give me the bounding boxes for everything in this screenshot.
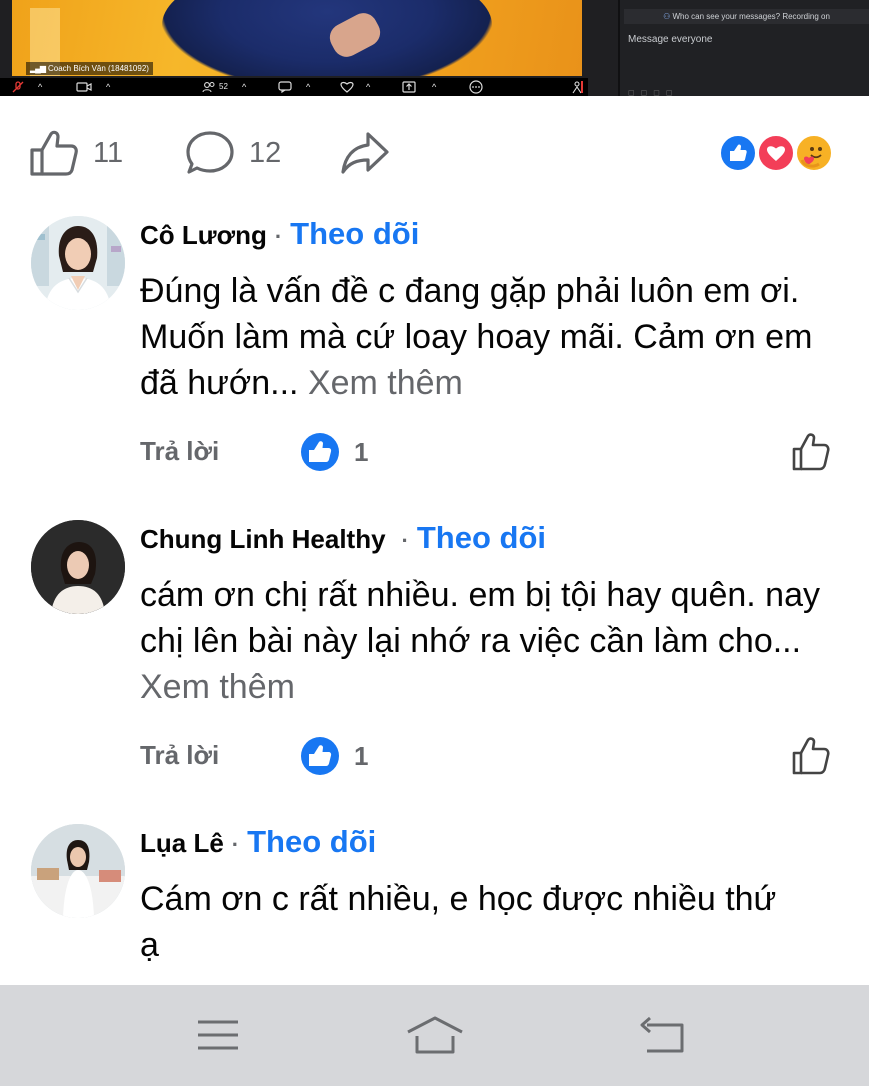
separator-dot: ·: [401, 528, 409, 553]
love-reaction-icon: [756, 133, 796, 173]
speaker-figure: [162, 0, 492, 76]
speaker-name-tag: ▂▄▆ Coach Bích Vân (18481092): [26, 62, 153, 75]
participants-chevron-icon[interactable]: ^: [242, 80, 246, 94]
home-icon[interactable]: [405, 1015, 465, 1060]
thumbs-up-icon: [792, 737, 830, 775]
commenter-name[interactable]: Cô Lương: [140, 220, 267, 251]
meeting-chat-panel: ⚇ Who can see your messages? Recording o…: [618, 0, 869, 96]
see-more-link[interactable]: Xem thêm: [140, 668, 295, 706]
recent-apps-icon[interactable]: [196, 1017, 240, 1058]
comment-likes[interactable]: 1: [300, 432, 368, 472]
post-action-bar: 11 12: [0, 100, 869, 204]
participants-icon: [202, 82, 215, 93]
avatar[interactable]: [31, 216, 125, 310]
reply-button[interactable]: Trả lời: [140, 436, 219, 467]
comment-likes[interactable]: 1: [300, 736, 368, 776]
like-reaction-icon: [718, 133, 758, 173]
mic-options-chevron-icon[interactable]: ^: [38, 80, 42, 94]
participants-button[interactable]: 52: [202, 80, 228, 94]
thumbs-up-icon: [792, 433, 830, 471]
comment-button[interactable]: 12: [185, 130, 281, 176]
camera-icon[interactable]: [76, 80, 92, 94]
comment-body: Đúng là vấn đề c đang gặp phải luôn em ơ…: [140, 272, 813, 402]
camera-options-chevron-icon[interactable]: ^: [106, 80, 110, 94]
share-chevron-icon[interactable]: ^: [432, 80, 436, 94]
comment-header: Lụa Lê · Theo dõi: [140, 824, 376, 864]
like-button[interactable]: 11: [29, 130, 123, 176]
share-button[interactable]: [340, 130, 390, 176]
share-screen-icon[interactable]: [402, 80, 416, 94]
comment-text: cám ơn chị rất nhiều. em bị tội hay quên…: [140, 572, 840, 710]
comment-like-button[interactable]: [791, 736, 831, 781]
participants-count: 52: [219, 82, 228, 91]
reactions-heart-icon[interactable]: [340, 80, 354, 94]
chat-visibility-notice[interactable]: ⚇ Who can see your messages? Recording o…: [624, 9, 869, 24]
speaker-video[interactable]: ▂▄▆ Coach Bích Vân (18481092): [12, 0, 582, 76]
comment-bubble-icon: [186, 131, 234, 174]
reactions-chevron-icon[interactable]: ^: [366, 80, 370, 94]
comment-like-count: 1: [354, 436, 369, 467]
follow-button[interactable]: Theo dõi: [247, 824, 376, 860]
comment-body: cám ơn chị rất nhiều. em bị tội hay quên…: [140, 576, 820, 660]
speaker-name: Coach Bích Vân (18481092): [47, 64, 149, 73]
comment-like-button[interactable]: [791, 432, 831, 477]
follow-button[interactable]: Theo dõi: [290, 216, 419, 252]
commenter-name[interactable]: Chung Linh Healthy: [140, 524, 386, 555]
comment-header: Chung Linh Healthy · Theo dõi: [140, 520, 546, 560]
separator-dot: ·: [231, 832, 240, 857]
chat-message-input[interactable]: Message everyone: [628, 34, 713, 45]
see-more-link[interactable]: Xem thêm: [308, 364, 463, 402]
mute-mic-icon[interactable]: [12, 80, 24, 94]
more-options-icon[interactable]: [468, 80, 484, 94]
chat-visibility-text: Who can see your messages? Recording on: [672, 12, 830, 21]
avatar[interactable]: [31, 520, 125, 614]
separator-dot: ·: [274, 224, 283, 249]
chat-chevron-icon[interactable]: ^: [306, 80, 310, 94]
share-arrow-icon: [341, 132, 389, 174]
back-icon[interactable]: [638, 1015, 686, 1060]
like-reaction-icon: [301, 433, 339, 471]
comment-text: Đúng là vấn đề c đang gặp phải luôn em ơ…: [140, 268, 840, 406]
reactions-summary[interactable]: [718, 133, 838, 173]
avatar[interactable]: [31, 824, 125, 918]
chat-icon[interactable]: [278, 80, 292, 94]
follow-button[interactable]: Theo dõi: [417, 520, 546, 556]
comment-like-count: 1: [354, 740, 369, 771]
like-count: 11: [93, 136, 124, 169]
like-reaction-icon: [301, 737, 339, 775]
comment-count: 12: [249, 136, 282, 169]
chat-format-icons[interactable]: ◻◻◻◻: [628, 88, 679, 96]
thumbs-up-icon: [30, 130, 78, 176]
reply-button[interactable]: Trả lời: [140, 740, 219, 771]
video-call-area: ▂▄▆ Coach Bích Vân (18481092) ^ ^ 52 ^ ^ …: [0, 0, 869, 96]
signal-icon: ▂▄▆: [30, 64, 46, 73]
care-reaction-icon: [794, 133, 834, 173]
leave-meeting-icon[interactable]: [570, 80, 584, 94]
comment-header: Cô Lương · Theo dõi: [140, 216, 419, 256]
commenter-name[interactable]: Lụa Lê: [140, 828, 224, 859]
comment-text: Cám ơn c rất nhiều, e học được nhiều thứ…: [140, 880, 777, 964]
system-navigation-bar: [0, 985, 869, 1086]
